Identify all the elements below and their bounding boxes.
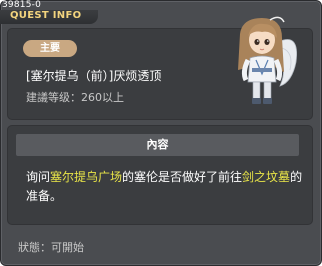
location-link-serenity-plaza[interactable]: 塞尔提乌广场	[50, 170, 122, 184]
npc-portrait	[238, 16, 297, 104]
quest-name: [塞尔提乌（前）]厌烦透顶	[26, 69, 162, 83]
location-link-sword-tomb[interactable]: 剑之坟墓	[242, 170, 290, 184]
content-text: 询问塞尔提乌广场的塞伦是否做好了前往剑之坟墓的准备。	[26, 168, 304, 206]
quest-category-badge: 主要	[23, 40, 77, 57]
quest-id-tag: 39815-0	[2, 0, 42, 10]
quest-level-requirement: 建議等级：260以上	[26, 91, 124, 104]
content-header: 內容	[16, 134, 299, 156]
window-title: QUEST INFO	[10, 10, 82, 21]
content-text-segment: 询问	[26, 170, 51, 184]
content-text-segment: 的塞伦是否做好了前往	[122, 170, 243, 184]
quest-status: 狀態：可開始	[18, 241, 84, 254]
